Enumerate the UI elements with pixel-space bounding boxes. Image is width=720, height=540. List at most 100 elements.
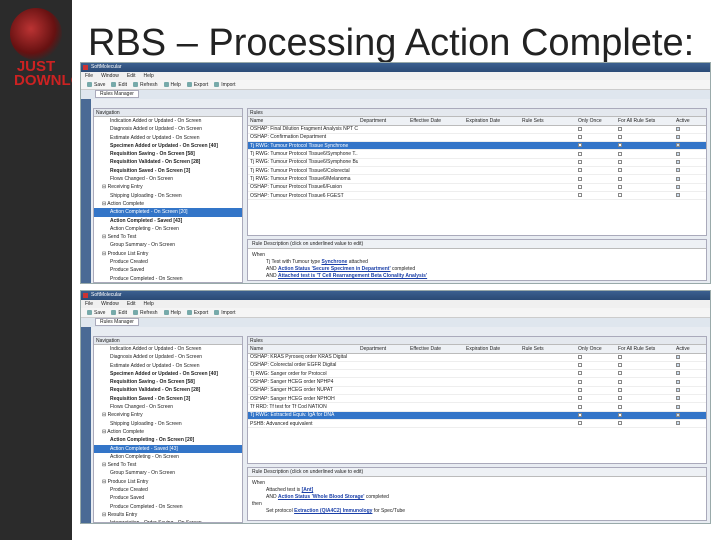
editable-value-link[interactable]: Synchrone [321,259,347,265]
checkbox[interactable] [618,354,622,359]
menu-item[interactable]: Edit [127,300,136,308]
editable-value-link[interactable]: [Ant] [302,487,314,493]
tree-item[interactable]: ⊟ Produce List Entry [94,250,242,258]
checkbox[interactable] [618,151,622,156]
checkbox[interactable] [676,135,680,140]
table-row[interactable]: Tj RWG: Extracted Equiv. IgA for DNA [248,411,706,420]
column-header[interactable]: For All Rule Sets [616,117,674,126]
toolbar-button[interactable]: Help [163,80,181,89]
column-header[interactable]: Effective Date [408,117,464,126]
checkbox[interactable] [618,421,622,426]
column-header[interactable]: Rule Sets [520,117,576,126]
checkbox[interactable] [578,404,582,409]
checkbox[interactable] [578,193,582,198]
tree-item[interactable]: ⊟ Send To Test [94,233,242,241]
toolbar-button[interactable]: Edit [111,80,127,89]
column-header[interactable]: For All Rule Sets [616,345,674,354]
tree-item[interactable]: Group Summary - On Screen [94,241,242,249]
toolbar-button[interactable]: Refresh [133,308,158,317]
toolbar-button[interactable]: Refresh [133,80,158,89]
table-row[interactable]: Tj RWG: Tumour Protocol Tissue6/Melanoma [248,174,706,184]
checkbox[interactable] [578,168,582,173]
checkbox[interactable] [676,151,680,156]
column-header[interactable]: Active [674,117,706,126]
tree-item[interactable]: Shipping Uploading - On Screen [94,420,242,428]
tree-item[interactable]: Group Summary - On Screen [94,469,242,477]
tree-item[interactable]: Action Completed - On Screen [20] [94,208,242,217]
checkbox[interactable] [676,184,680,189]
tree-item[interactable]: Produce Saved [94,494,242,502]
checkbox[interactable] [618,404,622,409]
tree-item[interactable]: ⊟ Send To Test [94,461,242,469]
table-row[interactable]: Tf RRD: Tf test for Tf Cod NATION [248,402,706,412]
editable-value-link[interactable]: Extraction (QIA4C2) Immunology [294,508,372,514]
checkbox[interactable] [618,363,622,368]
column-header[interactable]: Name [248,345,358,354]
tree-item[interactable]: Estimate Added or Updated - On Screen [94,134,242,142]
table-row[interactable]: OSHAP: Sanger HCEG order NUPAT [248,386,706,396]
tree-item[interactable]: Produce Completed - On Screen [94,275,242,282]
table-row[interactable]: Tj RWG: Sanger order for Protocol [248,369,706,379]
checkbox[interactable] [578,412,582,417]
checkbox[interactable] [578,371,582,376]
checkbox[interactable] [676,371,680,376]
toolbar-button[interactable]: Import [214,80,235,89]
table-row[interactable]: OSHAP: KRAS Pyroseq order KRAS Digital [248,353,706,362]
checkbox[interactable] [578,354,582,359]
checkbox[interactable] [676,354,680,359]
tree-item[interactable]: Requisition Validated - On Screen [28] [94,386,242,394]
table-row[interactable]: OSHAP: Sanger HCEG order NPHP4 [248,377,706,387]
checkbox[interactable] [618,135,622,140]
tree-item[interactable]: Action Completing - On Screen [20] [94,436,242,444]
checkbox[interactable] [618,160,622,164]
menu-item[interactable]: File [85,72,93,80]
column-header[interactable]: Only Once [576,345,616,354]
tree-item[interactable]: Action Completing - On Screen [94,453,242,461]
checkbox[interactable] [676,421,680,426]
tree-item[interactable]: Requisition Saving - On Screen [58] [94,150,242,158]
tree-item[interactable]: Diagnosis Added or Updated - On Screen [94,125,242,133]
table-row[interactable]: Tj RWG: Tumour Protocol Tissue6/Symphone… [248,158,706,168]
table-row[interactable]: Tj RWG: Tumour Protocol Tissue6/Symphone… [248,149,706,159]
column-header[interactable]: Department [358,117,408,126]
editable-value-link[interactable]: Action Status 'Secure Specimen in Depart… [278,266,391,272]
toolbar-button[interactable]: Edit [111,308,127,317]
checkbox[interactable] [676,126,680,131]
tree-item[interactable]: Interpretation - Order Saving - On Scree… [94,519,242,522]
checkbox[interactable] [676,379,680,384]
checkbox[interactable] [676,363,680,368]
tree-item[interactable]: Produce Saved [94,266,242,274]
side-panel-strip[interactable] [81,99,91,283]
table-row[interactable]: OSHAP: Tumour Protocol Tissue6/Fusion [248,183,706,192]
checkbox[interactable] [676,404,680,409]
tree-item[interactable]: ⊟ Receiving Entry [94,183,242,191]
toolbar-button[interactable]: Help [163,308,181,317]
checkbox[interactable] [578,363,582,368]
tree-item[interactable]: Produce Created [94,258,242,266]
tab-rules-manager[interactable]: Rules Manager [95,318,139,326]
toolbar-button[interactable]: Export [186,80,208,89]
tree-item[interactable]: ⊟ Action Complete [94,200,242,208]
side-panel-strip[interactable] [81,327,91,523]
column-header[interactable]: Department [358,345,408,354]
editable-value-link[interactable]: Action Status 'Whole Blood Storage' [278,494,365,500]
tree-item[interactable]: Specimen Added or Updated - On Screen [4… [94,370,242,378]
checkbox[interactable] [618,388,622,392]
tree-item[interactable]: Shipping Uploading - On Screen [94,192,242,200]
column-header[interactable]: Effective Date [408,345,464,354]
checkbox[interactable] [618,168,622,173]
tree-item[interactable]: Action Completing - On Screen [94,225,242,233]
checkbox[interactable] [618,412,622,417]
column-header[interactable]: Active [674,345,706,354]
checkbox[interactable] [676,412,680,417]
checkbox[interactable] [578,126,582,131]
checkbox[interactable] [676,193,680,198]
tree-item[interactable]: Produce Completed - On Screen [94,503,242,511]
checkbox[interactable] [578,184,582,189]
table-row[interactable]: OSHAP: Sanger HCEG order NPHOH [248,394,706,404]
checkbox[interactable] [676,176,680,181]
table-row[interactable]: OSHAP: Tumour Protocol Tissue6 FGEST [248,191,706,201]
checkbox[interactable] [578,396,582,401]
tree-item[interactable]: Diagnosis Added or Updated - On Screen [94,353,242,361]
tree-item[interactable]: ⊟ Action Complete [94,428,242,436]
